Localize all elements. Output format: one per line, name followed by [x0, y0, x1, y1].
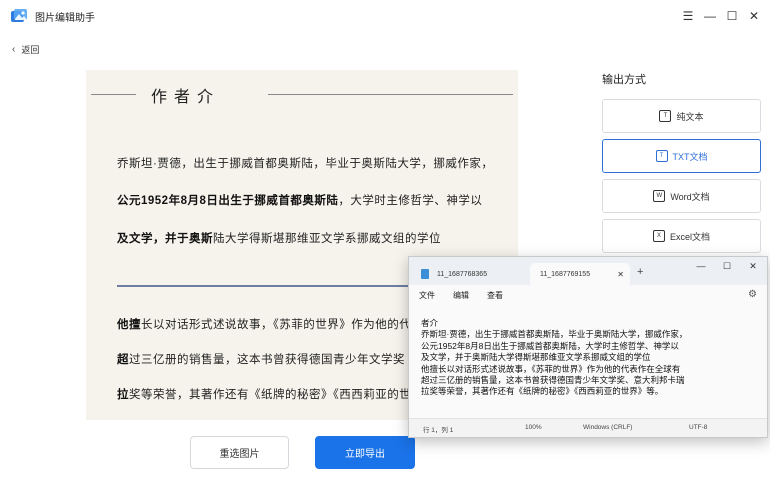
- title-bar: 图片编辑助手 ☰ — ☐ ✕: [0, 0, 770, 32]
- notepad-tab[interactable]: 11_1687768365: [415, 263, 525, 285]
- preview-heading: 作者介: [151, 87, 221, 106]
- text-line: 公元1952年8月8日出生于挪威首都奥斯陆，大学时主修哲学、神学以: [421, 340, 679, 351]
- maximize-icon[interactable]: ☐: [717, 261, 737, 272]
- notepad-text-area[interactable]: 者介 乔斯坦·贾德，出生于挪威首都奥斯陆，毕业于奥斯陆大学，挪威作家， 公元19…: [421, 318, 757, 398]
- tab-label: 11_1687768365: [437, 270, 488, 278]
- minimize-icon[interactable]: —: [700, 6, 720, 26]
- cursor-position: 行 1，列 1: [423, 427, 454, 434]
- minimize-icon[interactable]: —: [691, 261, 711, 272]
- txt-file-icon: T: [655, 150, 668, 162]
- line-ending: Windows (CRLF): [583, 424, 633, 431]
- option-label: 纯文本: [676, 111, 704, 122]
- preview-line-1: 乔斯坦·贾德，出生于挪威首都奥斯陆，毕业于奥斯陆大学，挪威作家，: [117, 158, 494, 170]
- export-now-button[interactable]: 立即导出: [315, 436, 415, 469]
- close-tab-icon[interactable]: ✕: [617, 270, 624, 279]
- output-section-title: 输出方式: [602, 74, 646, 86]
- output-option-excel[interactable]: X Excel文档: [602, 219, 761, 253]
- preview-line-5: 超过三亿册的销售量，这本书曾获得德国青少年文学奖: [117, 354, 405, 366]
- menu-view[interactable]: 查看: [487, 290, 503, 301]
- app-title: 图片编辑助手: [35, 13, 95, 24]
- option-label: Word文档: [670, 191, 710, 202]
- excel-icon: X: [652, 230, 665, 242]
- output-option-txt[interactable]: T TXT文档: [602, 139, 761, 173]
- menu-icon[interactable]: ☰: [678, 6, 698, 26]
- menu-edit[interactable]: 编辑: [453, 290, 469, 301]
- notepad-tab-active[interactable]: 11_1687769155 ✕: [530, 263, 630, 285]
- text-line: 超过三亿册的销售量，这本书曾获得德国青少年文学奖、意大利邦卡瑞: [421, 375, 685, 386]
- notepad-window-controls: — ☐ ✕: [691, 261, 763, 272]
- tab-label: 11_1687769155: [540, 270, 591, 278]
- word-icon: W: [653, 190, 666, 202]
- preview-line-3: 及文学，并于奥斯陆大学得斯堪那维亚文学系挪威文组的学位: [117, 233, 441, 245]
- output-option-plain-text[interactable]: T 纯文本: [602, 99, 761, 133]
- text-line: 者介: [421, 318, 439, 328]
- new-tab-icon[interactable]: +: [637, 266, 643, 278]
- zoom-level: 100%: [525, 424, 542, 431]
- notepad-window: 11_1687768365 11_1687769155 ✕ + — ☐ ✕ 文件…: [408, 256, 768, 438]
- preview-line-4: 他擅长以对话形式述说故事，《苏菲的世界》作为他的代: [117, 319, 412, 331]
- notepad-file-icon: [421, 269, 429, 279]
- encoding: UTF-8: [689, 424, 708, 431]
- settings-gear-icon[interactable]: ⚙: [748, 289, 757, 300]
- back-label: 返回: [21, 45, 40, 55]
- window-controls: ☰ — ☐ ✕: [678, 6, 764, 26]
- text-line: 拉奖等荣誉，其著作还有《纸牌的秘密》《西西莉亚的世界》等。: [421, 386, 664, 397]
- option-label: Excel文档: [669, 231, 710, 242]
- text-icon: T: [659, 110, 672, 122]
- close-icon[interactable]: ✕: [744, 6, 764, 26]
- text-line: 他擅长以对话形式述说故事，《苏菲的世界》作为他的代表作在全球有: [421, 363, 681, 374]
- text-line: 及文学，并于奥斯陆大学得斯堪那维亚文学系挪威文组的学位: [421, 352, 651, 363]
- notepad-tab-bar: 11_1687768365 11_1687769155 ✕ + — ☐ ✕: [409, 257, 767, 285]
- reselect-image-button[interactable]: 重选图片: [190, 436, 289, 469]
- chevron-left-icon: ‹: [12, 44, 16, 55]
- menu-file[interactable]: 文件: [419, 290, 435, 301]
- app-logo-icon: [11, 9, 27, 22]
- heading-rule-left: [91, 94, 136, 95]
- output-option-word[interactable]: W Word文档: [602, 179, 761, 213]
- preview-line-6: 拉奖等荣誉，其著作还有《纸牌的秘密》《西西莉亚的世: [117, 389, 412, 401]
- notepad-menu-bar: 文件 编辑 查看: [419, 290, 503, 301]
- option-label: TXT文档: [672, 151, 708, 162]
- maximize-icon[interactable]: ☐: [722, 6, 742, 26]
- heading-rule-right: [268, 94, 513, 95]
- notepad-status-bar: 行 1，列 1 100% Windows (CRLF) UTF-8: [409, 418, 767, 437]
- back-button[interactable]: ‹ 返回: [12, 43, 39, 56]
- close-icon[interactable]: ✕: [743, 261, 763, 272]
- text-line: 乔斯坦·贾德，出生于挪威首都奥斯陆，毕业于奥斯陆大学，挪威作家，: [421, 329, 688, 340]
- preview-line-2: 公元1952年8月8日出生于挪威首都奥斯陆，大学时主修哲学、神学以: [117, 195, 483, 207]
